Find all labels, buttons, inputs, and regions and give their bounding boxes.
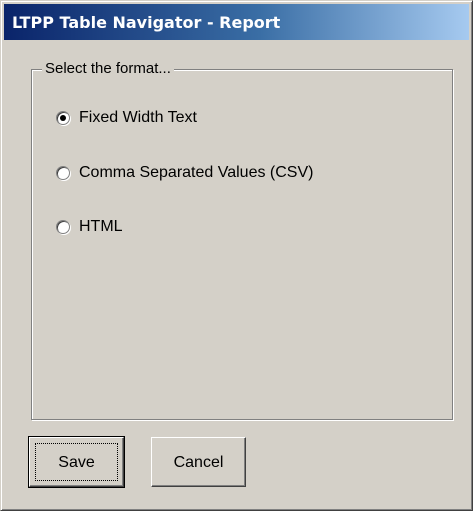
radio-button-icon[interactable] bbox=[56, 220, 70, 234]
radio-label-fixed-width-text[interactable]: Fixed Width Text bbox=[79, 109, 197, 127]
radio-html[interactable]: HTML bbox=[56, 217, 123, 237]
format-group-legend: Select the format... bbox=[42, 60, 174, 77]
cancel-button[interactable]: Cancel bbox=[151, 437, 246, 487]
title-bar[interactable]: LTPP Table Navigator - Report bbox=[4, 4, 469, 40]
report-dialog: LTPP Table Navigator - Report Select the… bbox=[0, 0, 473, 511]
radio-label-html[interactable]: HTML bbox=[79, 218, 123, 236]
radio-csv[interactable]: Comma Separated Values (CSV) bbox=[56, 163, 313, 183]
save-button-label: Save bbox=[58, 454, 95, 471]
cancel-button-label: Cancel bbox=[173, 454, 224, 471]
radio-fixed-width-text[interactable]: Fixed Width Text bbox=[56, 108, 197, 128]
format-groupbox: Select the format... Fixed Width Text Co… bbox=[31, 60, 453, 420]
save-button[interactable]: Save bbox=[28, 436, 125, 488]
radio-button-selected-icon[interactable] bbox=[56, 111, 70, 125]
radio-label-csv[interactable]: Comma Separated Values (CSV) bbox=[79, 164, 313, 182]
radio-dot-icon bbox=[60, 115, 66, 121]
radio-button-icon[interactable] bbox=[56, 166, 70, 180]
window-title: LTPP Table Navigator - Report bbox=[12, 13, 281, 32]
